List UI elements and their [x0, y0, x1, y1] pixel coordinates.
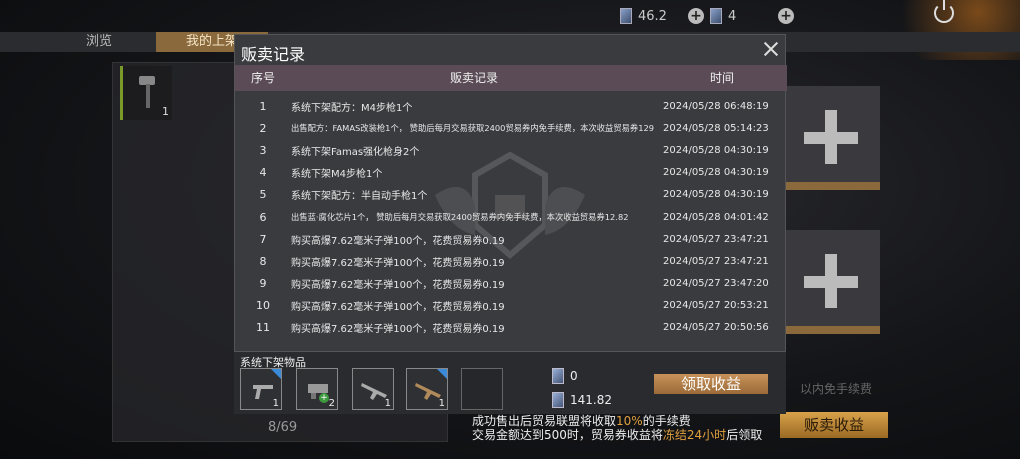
table-row: 3 系统下架Famas强化枪身2个 2024/05/28 04:30:19	[259, 143, 769, 158]
table-row: 8 购买高爆7.62毫米子弹100个，花费贸易券0.19 2024/05/27 23…	[259, 254, 769, 269]
claim-revenue-button[interactable]: 领取收益	[654, 374, 768, 394]
empty-listing-slot[interactable]	[782, 230, 880, 334]
delisted-item-slot[interactable]: 1	[352, 368, 394, 410]
resource-ticket: 46.2	[620, 8, 667, 24]
resource-card-value: 4	[728, 8, 737, 24]
table-row: 5 系统下架配方：半自动手枪1个 2024/05/28 04:30:19	[259, 188, 769, 203]
fee-note: 成功售出后贸易联盟将收取10%的手续费 交易金额达到500时，贸易券收益将冻结2…	[472, 414, 763, 442]
resource-card: 4	[710, 8, 736, 24]
top-bar: 46.2 + 4 +	[0, 0, 1020, 32]
table-row: 1 系统下架配方：M4步枪1个 2024/05/28 06:48:19	[259, 99, 769, 114]
ticket-icon	[552, 392, 564, 408]
delisted-item-slot[interactable]: 1	[406, 368, 448, 410]
ticket-balance: 141.82	[552, 392, 612, 408]
delisted-item-slot[interactable]: + 2	[296, 368, 338, 410]
delisted-item-slot-empty[interactable]	[461, 368, 503, 410]
table-header: 序号 贩卖记录 时间	[235, 65, 787, 91]
table-row: 2 出售配方：FAMAS改装枪1个， 赞助后每月交易获取2400贸易券内免手续费，…	[259, 121, 769, 135]
resource-ticket-value: 46.2	[638, 8, 667, 24]
card-icon	[552, 368, 564, 384]
table-row: 7 购买高爆7.62毫米子弹100个，花费贸易券0.19 2024/05/27 23…	[259, 232, 769, 247]
delisted-items-panel: 系统下架物品 1 + 2 1 1 0 141.82 领取收益	[234, 352, 786, 414]
table-row: 10 购买高爆7.62毫米子弹100个，花费贸易券0.19 2024/05/27 2…	[256, 299, 769, 314]
sell-revenue-button[interactable]: 贩卖收益	[780, 412, 888, 438]
record-list[interactable]: 1 系统下架配方：M4步枪1个 2024/05/28 06:48:19 2 出售配方：…	[235, 95, 787, 351]
green-plus-icon: +	[319, 393, 329, 403]
tab-browse[interactable]: 浏览	[86, 32, 112, 52]
background-hint: 以内免手续费	[800, 382, 873, 396]
close-icon[interactable]	[763, 41, 779, 57]
power-icon[interactable]	[934, 0, 954, 23]
header-time: 时间	[709, 71, 734, 85]
card-balance-value: 0	[570, 369, 578, 383]
add-card-plus-icon[interactable]: +	[778, 8, 794, 24]
page-count: 8/69	[268, 420, 298, 435]
add-resource-plus-icon[interactable]: +	[688, 8, 704, 24]
empty-listing-slot[interactable]	[782, 86, 880, 190]
sales-record-modal: 贩卖记录 序号 贩卖记录 时间 1 系统下架配方：M4步枪1个 2024/05/28…	[234, 34, 787, 352]
delisted-item-slot[interactable]: 1	[240, 368, 282, 410]
table-row: 9 购买高爆7.62毫米子弹100个，花费贸易券0.19 2024/05/27 23…	[259, 277, 769, 292]
inventory-slot-qty: 1	[162, 105, 169, 118]
table-row: 6 出售蓝·腐化芯片1个， 赞助后每月交易获取2400贸易券内免手续费，本次收益贸…	[259, 210, 769, 224]
table-row: 4 系统下架M4步枪1个 2024/05/28 04:30:19	[259, 166, 769, 181]
inventory-slot[interactable]: 1	[120, 66, 172, 120]
header-index: 序号	[250, 71, 275, 85]
card-balance: 0	[552, 368, 578, 384]
table-row: 11 购买高爆7.62毫米子弹100个，花费贸易券0.19 2024/05/27 2…	[256, 321, 769, 336]
card-icon	[710, 8, 722, 24]
hammer-icon	[139, 76, 155, 108]
modal-title: 贩卖记录	[241, 45, 306, 64]
header-record: 贩卖记录	[449, 71, 498, 85]
ticket-icon	[620, 8, 632, 24]
ticket-balance-value: 141.82	[570, 393, 612, 407]
